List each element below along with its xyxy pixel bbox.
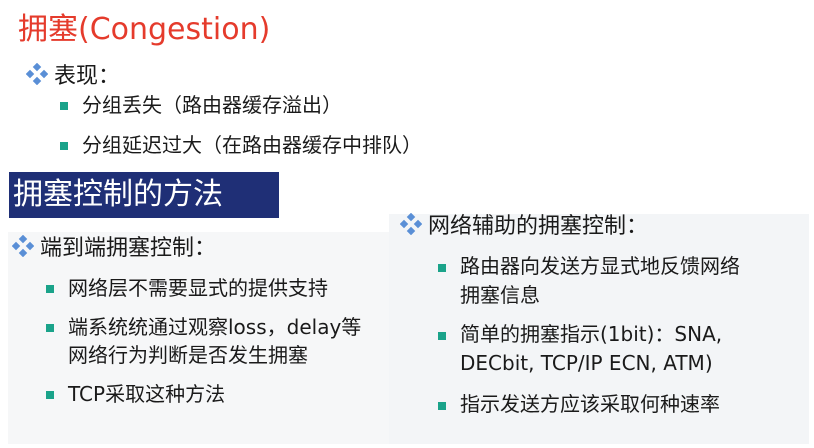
manifest-heading-row: 表现： xyxy=(26,58,120,90)
square-bullet-icon xyxy=(438,332,446,340)
manifest-heading: 表现： xyxy=(54,64,121,89)
network-assisted-item-line: 简单的拥塞指示(1bit)：SNA, xyxy=(460,322,723,346)
square-bullet-icon xyxy=(438,402,446,410)
network-assisted-item-line: DECbit, TCP/IP ECN, ATM) xyxy=(460,351,713,375)
network-assisted-heading-row: 网络辅助的拥塞控制： xyxy=(400,208,648,240)
square-bullet-icon xyxy=(46,324,54,332)
end-to-end-heading: 端到端拥塞控制： xyxy=(40,236,217,261)
square-bullet-icon xyxy=(438,264,446,272)
network-assisted-heading: 网络辅助的拥塞控制： xyxy=(428,214,649,239)
section-banner: 拥塞控制的方法 xyxy=(9,172,279,218)
slide-title: 拥塞(Congestion) xyxy=(18,12,271,47)
square-bullet-icon xyxy=(60,102,68,110)
slide: 拥塞(Congestion) 表现： 分组丢失（路由器缓存溢出） 分组延迟过大（… xyxy=(0,0,814,448)
diamond-bullet-icon xyxy=(400,213,422,235)
network-assisted-item: 指示发送方应该采取何种速率 xyxy=(460,392,720,416)
square-bullet-icon xyxy=(60,142,68,150)
diamond-bullet-icon xyxy=(26,63,48,85)
end-to-end-item: TCP采取这种方法 xyxy=(68,382,226,406)
manifest-item: 分组丢失（路由器缓存溢出） xyxy=(82,93,342,117)
network-assisted-item-line: 路由器向发送方显式地反馈网络 xyxy=(460,254,740,278)
diamond-bullet-icon xyxy=(12,235,34,257)
network-assisted-item-line: 拥塞信息 xyxy=(460,283,540,307)
manifest-item: 分组延迟过大（在路由器缓存中排队） xyxy=(82,133,422,157)
end-to-end-item-line: 网络行为判断是否发生拥塞 xyxy=(68,343,308,367)
square-bullet-icon xyxy=(46,285,54,293)
end-to-end-item-line: 端系统统通过观察loss，delay等 xyxy=(68,315,362,339)
end-to-end-heading-row: 端到端拥塞控制： xyxy=(12,230,216,262)
end-to-end-item: 网络层不需要显式的提供支持 xyxy=(68,276,328,300)
square-bullet-icon xyxy=(46,391,54,399)
